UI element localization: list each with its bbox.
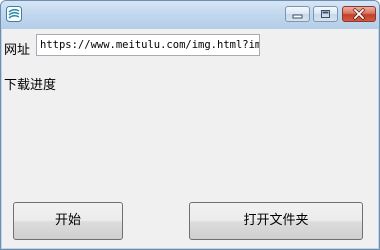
start-button[interactable]: 开始 (13, 202, 123, 240)
app-window: 网址 下载进度 开始 打开文件夹 (0, 0, 380, 250)
download-progress-label: 下载进度 (4, 78, 57, 93)
url-input[interactable] (36, 34, 260, 56)
client-area: 网址 下载进度 开始 打开文件夹 (2, 29, 378, 248)
close-button[interactable] (342, 6, 376, 22)
maximize-button[interactable] (313, 6, 338, 22)
minimize-button[interactable] (285, 6, 310, 22)
close-icon (352, 7, 366, 21)
url-label: 网址 (4, 43, 31, 58)
title-bar[interactable] (1, 1, 379, 29)
open-folder-button[interactable]: 打开文件夹 (189, 202, 363, 240)
minimize-icon (292, 14, 303, 19)
maximize-icon (321, 10, 330, 18)
app-logo-icon (6, 6, 22, 22)
